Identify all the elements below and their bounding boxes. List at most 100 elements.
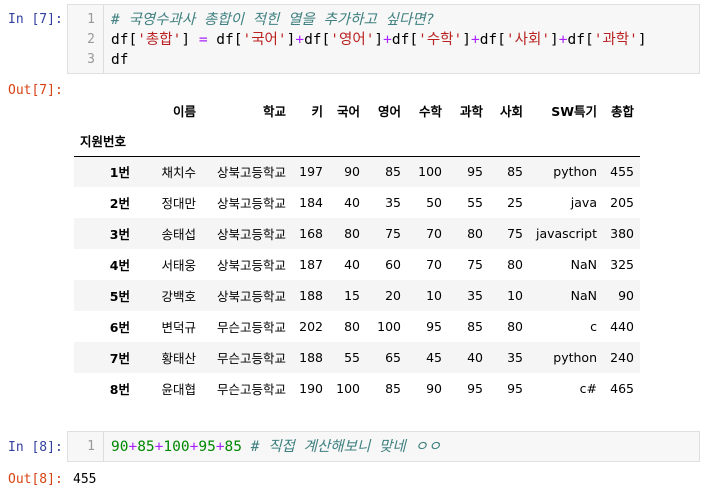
table-cell: 95	[467, 381, 483, 396]
code-token: ]	[181, 32, 199, 48]
table-cell: 상북고등학교	[216, 227, 286, 242]
table-cell: 정대만	[161, 196, 196, 211]
table-cell: 100	[418, 164, 442, 180]
table-row: 1번 채치수 상북고등학교 197 90 85 100 95 85 python 455	[74, 156, 640, 187]
table-cell: 187	[299, 257, 323, 272]
row-index-cell: 4번	[109, 258, 130, 273]
code-number: 95	[198, 439, 216, 455]
code-line-sum: 90+85+100+95+85 # 직접 계산해보니 맞네 ㅇㅇ	[111, 437, 441, 457]
line-number-gutter: 1 2 3	[68, 5, 104, 73]
dataframe-body: 1번 채치수 상북고등학교 197 90 85 100 95 85 python 455 2번 정대만 상…	[74, 156, 640, 404]
table-cell: 184	[299, 195, 323, 210]
table-cell: 무슨고등학교	[216, 382, 286, 397]
code-cell-8[interactable]: 1 90+85+100+95+85 # 직접 계산해보니 맞네 ㅇㅇ	[67, 431, 700, 462]
code-token: df[	[567, 32, 594, 48]
table-row: 8번 윤대협 무슨고등학교 190 100 85 90 95 95 c# 465	[74, 373, 640, 404]
table-cell: 85	[385, 164, 401, 180]
table-cell: 65	[385, 350, 401, 365]
table-cell: 197	[299, 164, 323, 180]
code-operator: +	[215, 439, 225, 455]
table-cell: 80	[344, 226, 360, 241]
table-cell: 440	[610, 319, 634, 334]
table-cell: 60	[385, 257, 401, 272]
table-cell: 10	[426, 288, 442, 303]
code-string: '총합'	[137, 32, 182, 48]
table-cell: 35	[507, 350, 523, 365]
table-cell: 90	[426, 381, 442, 396]
table-cell: 75	[385, 226, 401, 241]
table-cell: c#	[579, 381, 597, 396]
code-token: df[	[207, 32, 243, 48]
column-header: 사회	[499, 104, 523, 119]
table-cell: 35	[385, 195, 401, 210]
table-cell: javascript	[535, 226, 597, 241]
code-string: '수학'	[418, 32, 463, 48]
table-cell: NaN	[570, 257, 597, 272]
row-index-cell: 5번	[109, 289, 130, 304]
line-number: 3	[87, 52, 95, 67]
code-token: df[	[479, 32, 506, 48]
column-header: 이름	[172, 104, 196, 119]
table-row: 4번 서태웅 상북고등학교 187 40 60 70 75 80 NaN 325	[74, 249, 640, 280]
table-cell: java	[570, 195, 597, 210]
line-number: 1	[87, 12, 95, 27]
table-cell: 75	[467, 257, 483, 272]
code-operator: +	[470, 32, 480, 48]
table-cell: 325	[610, 257, 634, 272]
table-cell: 205	[610, 195, 634, 210]
column-header: 키	[311, 104, 323, 119]
table-row: 7번 황태산 무슨고등학교 188 55 65 45 40 35 python 240	[74, 342, 640, 373]
table-cell: 10	[507, 288, 523, 303]
table-cell: 188	[299, 350, 323, 365]
table-row: 5번 강백호 상북고등학교 188 15 20 10 35 10 NaN 90	[74, 280, 640, 311]
index-name-row: 지원번호	[74, 126, 640, 156]
code-token: ]	[374, 32, 384, 48]
table-cell: 상북고등학교	[216, 165, 286, 181]
table-cell: 75	[507, 226, 523, 241]
row-index-cell: 6번	[109, 320, 130, 335]
line-number: 2	[87, 32, 95, 47]
table-cell: 무슨고등학교	[216, 320, 286, 335]
row-index-cell: 8번	[109, 382, 130, 397]
code-token: df[	[304, 32, 331, 48]
line-number: 1	[87, 439, 95, 454]
table-cell: 465	[610, 381, 634, 396]
dataframe-table: 이름 학교 키 국어 영어 수학 과학 사회 SW특기 총합 지원번호 1번 채치…	[74, 95, 640, 404]
table-cell: 70	[426, 226, 442, 241]
table-cell: 190	[299, 381, 323, 396]
code-operator: =	[198, 32, 208, 48]
table-cell: 20	[385, 288, 401, 303]
table-cell: NaN	[570, 288, 597, 303]
table-cell: python	[553, 164, 597, 180]
table-cell: 상북고등학교	[216, 258, 286, 273]
row-index-cell: 2번	[109, 196, 130, 211]
table-cell: 90	[618, 288, 634, 303]
table-cell: 15	[344, 288, 360, 303]
code-operator: +	[383, 32, 392, 48]
code-string: '국어'	[242, 32, 287, 48]
table-row: 6번 변덕규 무슨고등학교 202 80 100 95 85 80 c 440	[74, 311, 640, 342]
table-cell: 380	[610, 226, 634, 241]
column-header: 학교	[262, 104, 286, 119]
table-cell: 80	[507, 319, 523, 334]
table-cell: 상북고등학교	[216, 196, 286, 211]
table-cell: 35	[467, 288, 483, 303]
table-cell: 황태산	[161, 351, 196, 366]
output-prompt-8: Out[8]:	[8, 472, 63, 487]
row-index-cell: 1번	[109, 165, 130, 181]
code-token: df[	[111, 32, 138, 48]
column-header: 총합	[610, 104, 634, 119]
code-cell-7[interactable]: 1 2 3 # 국영수과사 총합이 적힌 열을 추가하고 싶다면? df['총합…	[67, 4, 700, 74]
column-header: 국어	[336, 104, 360, 119]
table-cell: 변덕규	[161, 320, 196, 335]
input-prompt-7: In [7]:	[8, 12, 63, 27]
column-header: SW특기	[551, 104, 597, 119]
code-number: 100	[163, 439, 190, 455]
table-cell: 무슨고등학교	[216, 351, 286, 366]
table-cell: 40	[344, 195, 360, 210]
table-row: 3번 송태섭 상북고등학교 168 80 75 70 80 75 javascript 380	[74, 218, 640, 249]
index-corner-cell	[74, 95, 136, 126]
table-cell: 윤대협	[161, 382, 196, 397]
table-cell: 240	[610, 350, 634, 365]
table-cell: c	[590, 319, 597, 334]
